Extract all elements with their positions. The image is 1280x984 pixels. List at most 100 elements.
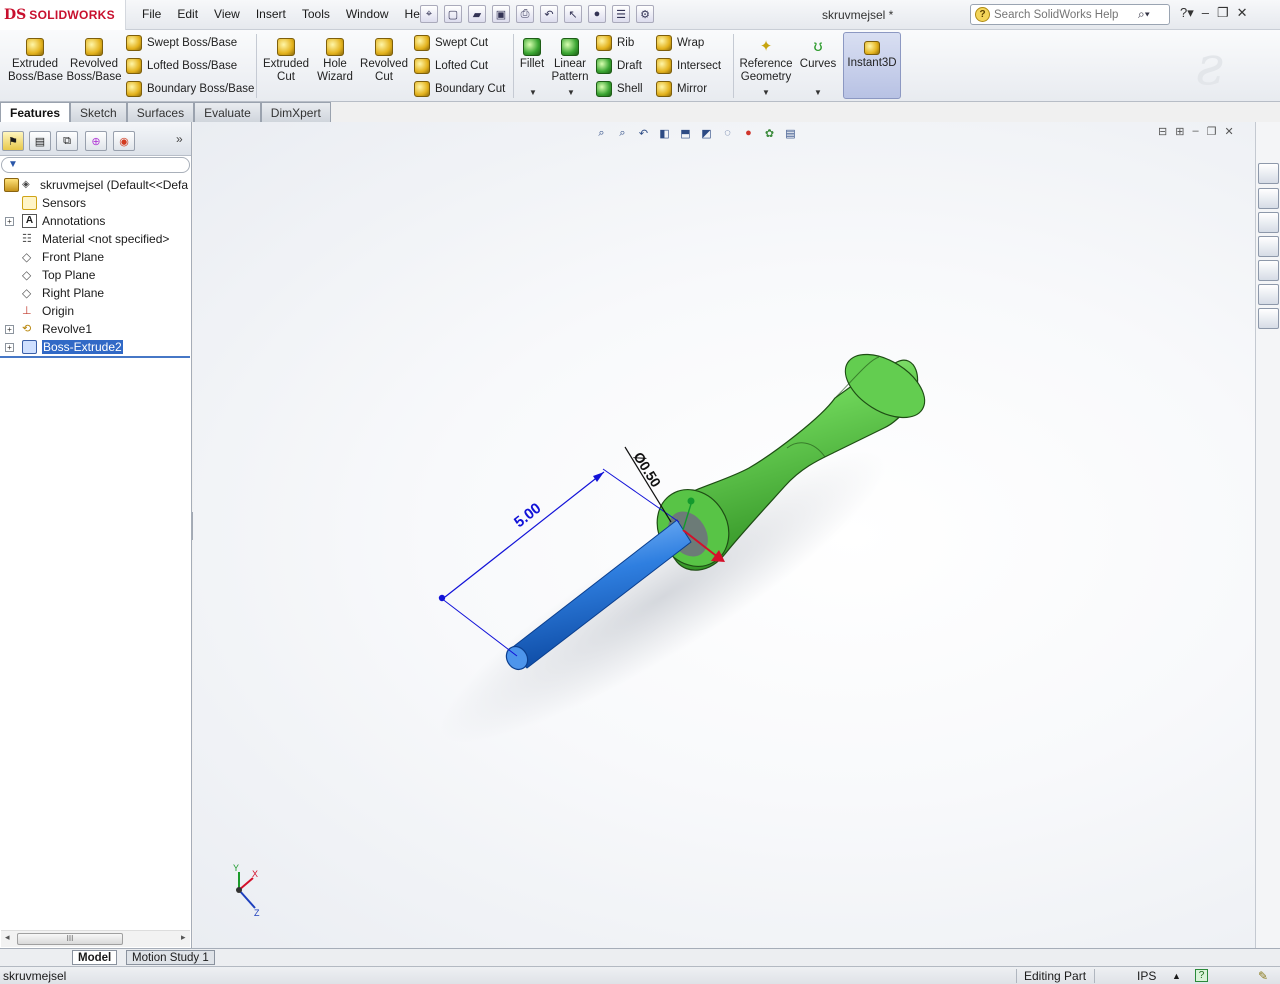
display-manager-tab-icon[interactable]: ◉	[113, 131, 135, 151]
panel-horizontal-scrollbar[interactable]: ◂ III ▸	[1, 930, 190, 947]
tab-features[interactable]: Features	[0, 102, 71, 122]
file-properties-icon[interactable]: ☰	[612, 5, 630, 23]
fillet-dropdown-icon[interactable]: ▼	[529, 88, 537, 97]
new-document-icon[interactable]: ▢	[444, 5, 462, 23]
configuration-manager-tab-icon[interactable]: ⧉	[56, 131, 78, 151]
tree-item-material[interactable]: ☷ Material <not specified>	[0, 230, 190, 248]
open-folder-icon[interactable]: ▰	[468, 5, 486, 23]
reference-geometry-button[interactable]: ✦ Reference Geometry	[738, 38, 794, 84]
boundary-boss-button[interactable]: Boundary Boss/Base	[126, 81, 254, 97]
lofted-cut-button[interactable]: Lofted Cut	[414, 58, 488, 74]
tab-surfaces[interactable]: Surfaces	[126, 102, 195, 122]
tab-dimxpert[interactable]: DimXpert	[260, 102, 331, 122]
tree-item-sensors[interactable]: Sensors	[0, 194, 190, 212]
tree-filter[interactable]: ▼	[1, 157, 190, 173]
diameter-dimension[interactable]: Ø0.50	[624, 446, 672, 523]
help-menu-icon[interactable]: ?▾	[1180, 5, 1194, 21]
instant3d-button[interactable]: Instant3D	[843, 32, 901, 99]
search-icon[interactable]: ⌕▾	[1138, 7, 1150, 22]
rollback-bar[interactable]	[0, 356, 190, 358]
mirror-button[interactable]: Mirror	[656, 81, 707, 97]
search-input[interactable]	[994, 8, 1134, 21]
restore-icon[interactable]: ❐	[1217, 5, 1229, 21]
tree-item-front-plane[interactable]: ◇ Front Plane	[0, 248, 190, 266]
property-manager-tab-icon[interactable]: ▤	[29, 131, 51, 151]
view-palette-icon[interactable]	[1258, 260, 1279, 281]
expand-icon[interactable]: +	[5, 325, 14, 334]
rebuild-status-icon[interactable]: ✎	[1258, 969, 1268, 983]
minimize-icon[interactable]: –	[1202, 5, 1209, 21]
intersect-button[interactable]: Intersect	[656, 58, 721, 74]
diameter-dimension-label[interactable]: Ø0.50	[630, 449, 664, 490]
expand-icon[interactable]: +	[5, 343, 14, 352]
appearances-icon[interactable]	[1258, 284, 1279, 305]
dimxpert-manager-tab-icon[interactable]: ⊕	[85, 131, 107, 151]
close-icon[interactable]: ✕	[1237, 5, 1248, 21]
menu-file[interactable]: File	[134, 7, 169, 21]
graphics-area[interactable]: ⌕ ⌕ ↶ ◧ ⬒ ◩ ◌ ● ✿ ▤ ⊟ ⊞ – ❐ ✕ 5.00 Ø0.50…	[193, 122, 1255, 948]
model-canvas[interactable]: 5.00 Ø0.50 Y X Z	[193, 122, 1255, 948]
tab-model[interactable]: Model	[72, 950, 118, 965]
extruded-boss-button[interactable]: Extruded Boss/Base	[8, 38, 63, 84]
save-icon[interactable]: ▣	[492, 5, 510, 23]
tab-sketch[interactable]: Sketch	[70, 102, 127, 122]
solidworks-logo[interactable]: DS SOLIDWORKS	[0, 0, 126, 30]
boundary-boss-label: Boundary Boss/Base	[147, 83, 255, 95]
curves-dropdown-icon[interactable]: ▼	[814, 88, 822, 97]
extruded-cut-button[interactable]: Extruded Cut	[262, 38, 310, 84]
tree-item-top-plane[interactable]: ◇ Top Plane	[0, 266, 190, 284]
hole-wizard-button[interactable]: Hole Wizard	[314, 38, 356, 84]
draft-button[interactable]: Draft	[596, 58, 642, 74]
design-library-icon[interactable]	[1258, 212, 1279, 233]
print-icon[interactable]: ⎙	[516, 5, 534, 23]
options-icon[interactable]: ⚙	[636, 5, 654, 23]
scroll-right-icon[interactable]: ▸	[181, 932, 186, 943]
swept-cut-button[interactable]: Swept Cut	[414, 35, 488, 51]
fillet-button[interactable]: Fillet	[516, 38, 548, 71]
linear-pattern-dropdown-icon[interactable]: ▼	[567, 88, 575, 97]
home-icon[interactable]	[1258, 188, 1279, 209]
tree-root-part[interactable]: ◈ skruvmejsel (Default<<Defa	[0, 176, 190, 194]
file-explorer-icon[interactable]	[1258, 236, 1279, 257]
status-bar: skruvmejsel Editing Part IPS ▲ ? ✎	[0, 966, 1280, 984]
tree-item-boss-extrude2[interactable]: + Boss-Extrude2	[0, 338, 190, 356]
menu-edit[interactable]: Edit	[169, 7, 206, 21]
status-units[interactable]: IPS	[1137, 969, 1156, 983]
solidworks-resources-icon[interactable]	[1258, 163, 1279, 184]
tree-item-revolve1[interactable]: + ⟲ Revolve1	[0, 320, 190, 338]
select-cursor-icon[interactable]: ↖	[564, 5, 582, 23]
tree-item-right-plane[interactable]: ◇ Right Plane	[0, 284, 190, 302]
expand-panel-icon[interactable]: »	[176, 132, 183, 146]
swept-boss-button[interactable]: Swept Boss/Base	[126, 35, 237, 51]
menu-window[interactable]: Window	[338, 7, 397, 21]
pin-icon[interactable]: ⌖	[420, 5, 438, 23]
custom-properties-icon[interactable]	[1258, 308, 1279, 329]
scroll-left-icon[interactable]: ◂	[5, 932, 10, 943]
reference-geometry-dropdown-icon[interactable]: ▼	[762, 88, 770, 97]
undo-icon[interactable]: ↶	[540, 5, 558, 23]
tree-item-origin[interactable]: ⊥ Origin	[0, 302, 190, 320]
tree-item-annotations[interactable]: + A Annotations	[0, 212, 190, 230]
quick-tips-icon[interactable]: ?	[1195, 969, 1208, 982]
tab-motion-study-1[interactable]: Motion Study 1	[126, 950, 215, 965]
revolved-cut-button[interactable]: Revolved Cut	[360, 38, 408, 84]
wrap-button[interactable]: Wrap	[656, 35, 704, 51]
revolved-boss-button[interactable]: Revolved Boss/Base	[66, 38, 122, 84]
scroll-thumb[interactable]: III	[17, 933, 123, 945]
length-dimension-label[interactable]: 5.00	[511, 500, 544, 531]
rebuild-icon[interactable]: ●	[588, 5, 606, 23]
lofted-boss-button[interactable]: Lofted Boss/Base	[126, 58, 237, 74]
boundary-cut-button[interactable]: Boundary Cut	[414, 81, 505, 97]
feature-manager-tab-icon[interactable]: ⚑	[2, 131, 24, 151]
menu-insert[interactable]: Insert	[248, 7, 294, 21]
shell-button[interactable]: Shell	[596, 81, 643, 97]
tab-evaluate[interactable]: Evaluate	[194, 102, 261, 122]
help-search-box[interactable]: ? ⌕▾	[970, 4, 1170, 25]
linear-pattern-button[interactable]: Linear Pattern	[550, 38, 590, 84]
curves-button[interactable]: ʊ Curves	[798, 38, 838, 71]
expand-icon[interactable]: +	[5, 217, 14, 226]
rib-button[interactable]: Rib	[596, 35, 634, 51]
units-menu-icon[interactable]: ▲	[1172, 971, 1181, 981]
menu-view[interactable]: View	[206, 7, 248, 21]
menu-tools[interactable]: Tools	[294, 7, 338, 21]
